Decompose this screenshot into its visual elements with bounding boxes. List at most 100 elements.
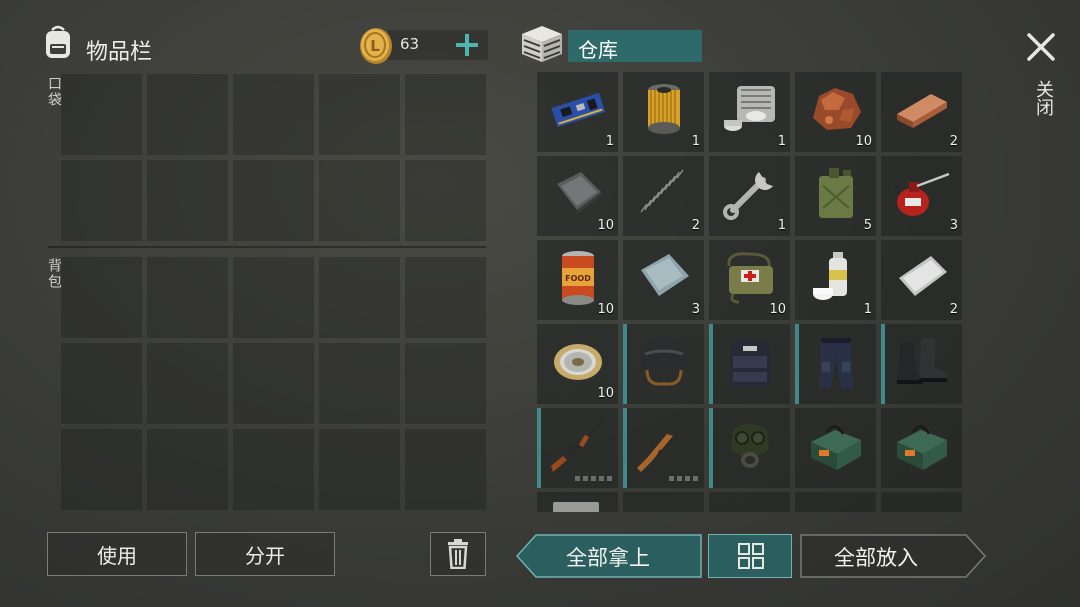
warehouse-grid[interactable]: 1 1 1 10 2 10 2 1 5 3 FOOD 10 3 10 1 2 1… bbox=[537, 72, 965, 512]
inventory-header: 物品栏 L 63 bbox=[36, 18, 490, 74]
backpack-slot[interactable] bbox=[61, 343, 142, 424]
warehouse-slot[interactable]: 1 bbox=[623, 72, 704, 152]
sort-grid-button[interactable] bbox=[708, 534, 792, 578]
warehouse-slot[interactable]: 10 bbox=[709, 240, 790, 320]
pocket-slot[interactable] bbox=[61, 74, 142, 155]
backpack-slot[interactable] bbox=[61, 257, 142, 338]
warehouse-slot[interactable]: FOOD 10 bbox=[537, 240, 618, 320]
jerrycan-icon bbox=[819, 168, 853, 218]
warehouse-slot[interactable]: 2 bbox=[881, 240, 962, 320]
item-quantity: 3 bbox=[691, 302, 700, 317]
warehouse-slot[interactable] bbox=[709, 408, 790, 488]
sks-rifle-icon bbox=[637, 416, 693, 472]
item-quantity: 3 bbox=[949, 218, 958, 233]
take-all-label: 全部拿上 bbox=[566, 546, 650, 570]
warehouse-slot[interactable] bbox=[537, 408, 618, 488]
item-quantity: 1 bbox=[777, 134, 786, 149]
warehouse-slot[interactable]: 1 bbox=[709, 156, 790, 236]
split-button[interactable]: 分开 bbox=[195, 532, 335, 576]
warehouse-slot[interactable]: 10 bbox=[537, 156, 618, 236]
add-coins-button[interactable] bbox=[452, 30, 482, 60]
pocket-slot[interactable] bbox=[233, 160, 314, 241]
backpack-slot[interactable] bbox=[319, 257, 400, 338]
warehouse-slot[interactable]: 1 bbox=[537, 72, 618, 152]
canned-food-icon: FOOD bbox=[562, 251, 594, 305]
pocket-slot[interactable] bbox=[147, 160, 228, 241]
pocket-slot[interactable] bbox=[233, 74, 314, 155]
police-vest-icon bbox=[729, 338, 771, 386]
boots-icon bbox=[897, 338, 947, 384]
warehouse-slot[interactable] bbox=[623, 492, 704, 512]
warehouse-slot[interactable] bbox=[881, 408, 962, 488]
warehouse-slot[interactable] bbox=[881, 492, 962, 512]
backpack-slot[interactable] bbox=[233, 429, 314, 510]
trash-button[interactable] bbox=[430, 532, 486, 576]
wrench-icon bbox=[723, 172, 773, 220]
backpack-slot[interactable] bbox=[61, 429, 142, 510]
spray-can-icon bbox=[813, 252, 847, 300]
close-icon[interactable] bbox=[1024, 30, 1058, 64]
durability-dots bbox=[669, 476, 698, 481]
warehouse-title: 仓库 bbox=[578, 38, 618, 62]
backpack-slot[interactable] bbox=[405, 429, 486, 510]
backpack-slot[interactable] bbox=[233, 343, 314, 424]
warehouse-slot[interactable]: 3 bbox=[623, 240, 704, 320]
pocket-slot[interactable] bbox=[319, 160, 400, 241]
warehouse-slot[interactable] bbox=[623, 408, 704, 488]
pocket-slot[interactable] bbox=[405, 160, 486, 241]
inventory-title: 物品栏 bbox=[86, 40, 153, 65]
use-button[interactable]: 使用 bbox=[47, 532, 187, 576]
svg-text:FOOD: FOOD bbox=[565, 274, 591, 283]
warehouse-slot[interactable]: 2 bbox=[623, 156, 704, 236]
item-quantity: 5 bbox=[863, 218, 872, 233]
helmet-icon bbox=[641, 338, 687, 386]
pocket-grid bbox=[61, 74, 486, 241]
warehouse-slot[interactable]: 10 bbox=[795, 72, 876, 152]
backpack-slot[interactable] bbox=[147, 343, 228, 424]
backpack-slot[interactable] bbox=[405, 257, 486, 338]
warehouse-slot[interactable] bbox=[537, 492, 618, 512]
pocket-slot[interactable] bbox=[405, 74, 486, 155]
pocket-slot[interactable] bbox=[61, 160, 142, 241]
item-quantity: 2 bbox=[949, 302, 958, 317]
oil-can-icon bbox=[894, 172, 950, 216]
item-quantity: 10 bbox=[769, 302, 786, 317]
item-quantity: 10 bbox=[597, 302, 614, 317]
warehouse-slot[interactable] bbox=[709, 324, 790, 404]
pocket-slot[interactable] bbox=[319, 74, 400, 155]
backpack-slot[interactable] bbox=[319, 343, 400, 424]
item-quantity: 1 bbox=[863, 302, 872, 317]
backpack-slot[interactable] bbox=[319, 429, 400, 510]
warehouse-slot[interactable]: 3 bbox=[881, 156, 962, 236]
svg-text:L: L bbox=[370, 37, 380, 55]
warehouse-slot[interactable] bbox=[795, 408, 876, 488]
warehouse-slot[interactable] bbox=[623, 324, 704, 404]
warehouse-slot[interactable]: 1 bbox=[795, 240, 876, 320]
oil-filter-icon bbox=[648, 84, 680, 134]
backpack-icon bbox=[46, 25, 70, 58]
warehouse-slot[interactable] bbox=[881, 324, 962, 404]
ammo-box-icon bbox=[811, 425, 861, 470]
warehouse-slot[interactable] bbox=[795, 324, 876, 404]
backpack-slot[interactable] bbox=[147, 429, 228, 510]
warehouse-slot[interactable] bbox=[709, 492, 790, 512]
warehouse-slot[interactable]: 5 bbox=[795, 156, 876, 236]
pocket-slot[interactable] bbox=[147, 74, 228, 155]
warehouse-slot[interactable]: 10 bbox=[537, 324, 618, 404]
backpack-slot[interactable] bbox=[405, 343, 486, 424]
coin-count: 63 bbox=[400, 35, 420, 53]
item-quantity: 1 bbox=[691, 134, 700, 149]
ak-rifle-icon bbox=[551, 418, 605, 472]
scrap-metal-icon bbox=[557, 172, 601, 214]
close-label[interactable]: 关闭 bbox=[1030, 80, 1056, 116]
warehouse-slot[interactable]: 2 bbox=[881, 72, 962, 152]
item-quantity: 10 bbox=[855, 134, 872, 149]
engine-block-icon bbox=[724, 86, 775, 131]
grid-icon bbox=[738, 543, 764, 569]
backpack-slot[interactable] bbox=[147, 257, 228, 338]
warehouse-slot[interactable] bbox=[795, 492, 876, 512]
backpack-slot[interactable] bbox=[233, 257, 314, 338]
scrap-item-icon bbox=[553, 502, 599, 512]
item-quantity: 1 bbox=[605, 134, 614, 149]
warehouse-slot[interactable]: 1 bbox=[709, 72, 790, 152]
